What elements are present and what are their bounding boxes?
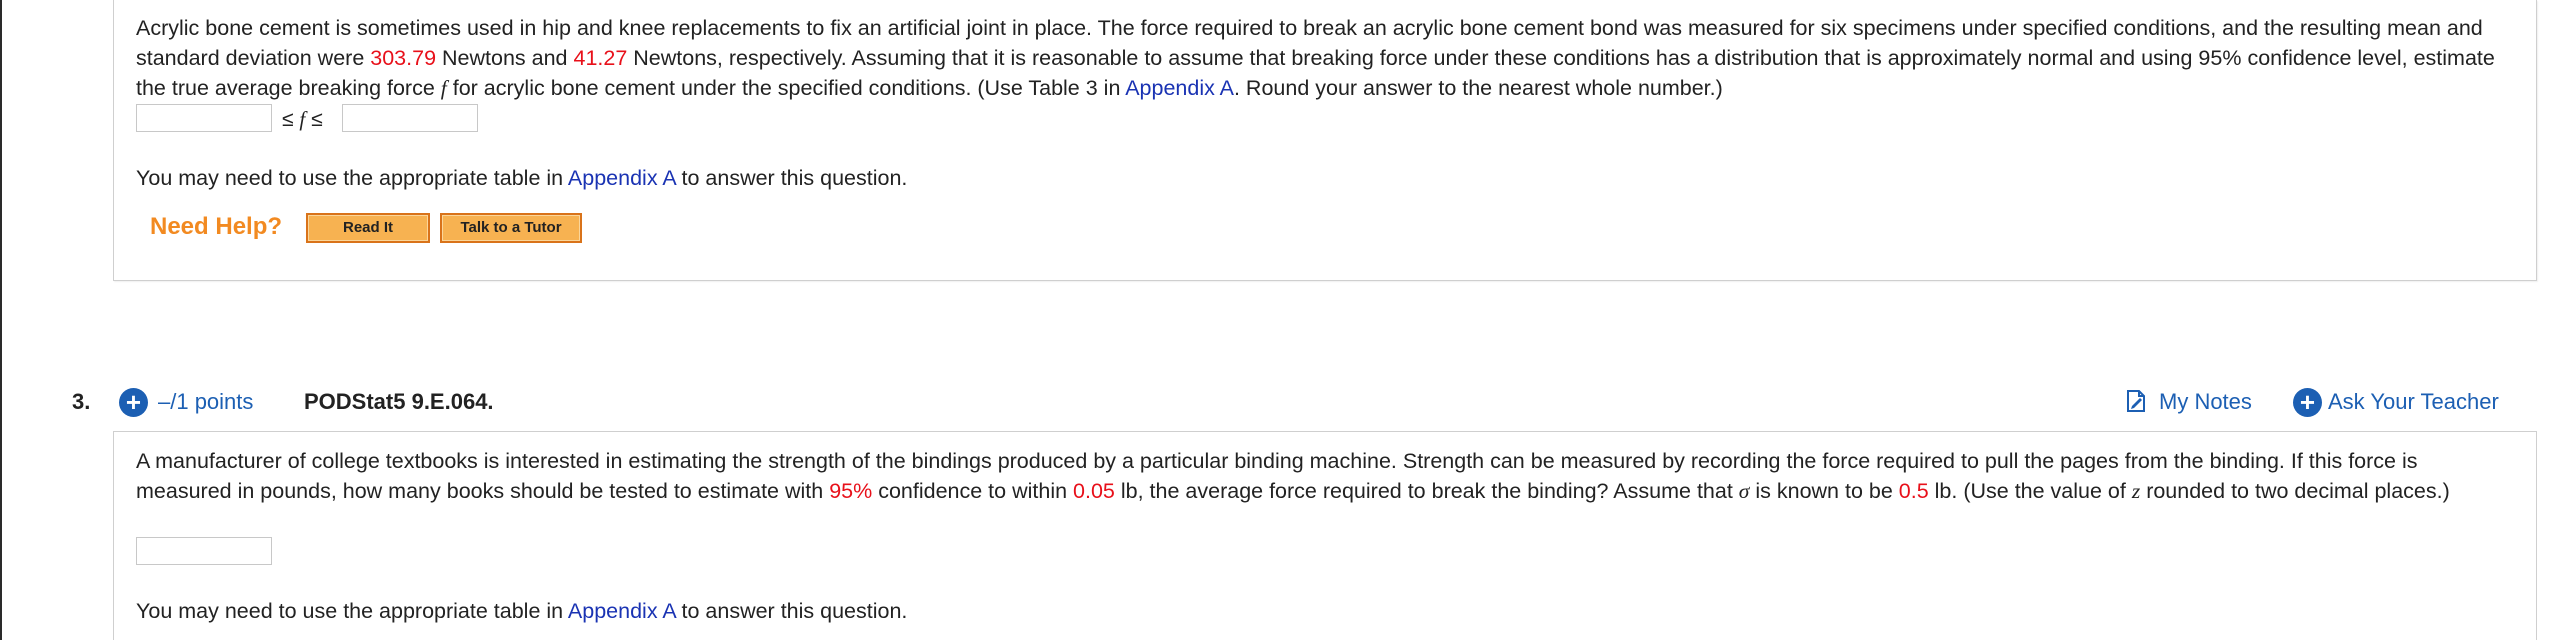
question-number: 3. — [72, 389, 91, 414]
need-help-label: Need Help? — [150, 213, 283, 240]
appendix-a-link[interactable]: Appendix A — [1125, 76, 1234, 100]
upper-bound-input[interactable] — [342, 104, 478, 132]
variable-z: z — [2131, 479, 2141, 503]
sample-size-input[interactable] — [136, 537, 272, 565]
inequality-symbols: ≤ f ≤ — [282, 107, 323, 131]
question-points[interactable]: –/1 points — [158, 387, 253, 417]
question-2-helper: You may need to use the appropriate tabl… — [136, 166, 908, 190]
sigma-value: 0.5 — [1898, 479, 1929, 503]
sigma-symbol: σ — [1738, 479, 1750, 503]
question-3-helper: You may need to use the appropriate tabl… — [136, 599, 908, 623]
question-3-text: A manufacturer of college textbooks is i… — [136, 449, 2450, 503]
appendix-a-link[interactable]: Appendix A — [568, 166, 676, 190]
my-notes-link[interactable]: My Notes — [2159, 387, 2252, 417]
question-code: PODStat5 9.E.064. — [304, 389, 494, 414]
appendix-a-link[interactable]: Appendix A — [568, 599, 676, 623]
question-2-text: Acrylic bone cement is sometimes used in… — [136, 16, 2495, 100]
ask-teacher-plus-icon[interactable]: + — [2293, 388, 2322, 417]
within-value: 0.05 — [1073, 479, 1115, 503]
mean-value: 303.79 — [370, 46, 437, 70]
confidence-value: 95% — [829, 479, 873, 503]
lower-bound-input[interactable] — [136, 104, 272, 132]
notes-icon[interactable] — [2125, 389, 2147, 413]
talk-to-tutor-button[interactable]: Talk to a Tutor — [440, 213, 582, 243]
plus-circle-icon[interactable]: + — [119, 388, 148, 417]
sd-value: 41.27 — [573, 46, 628, 70]
ask-your-teacher-link[interactable]: Ask Your Teacher — [2328, 387, 2499, 417]
read-it-button[interactable]: Read It — [306, 213, 430, 243]
left-edge-rule — [0, 0, 2, 640]
